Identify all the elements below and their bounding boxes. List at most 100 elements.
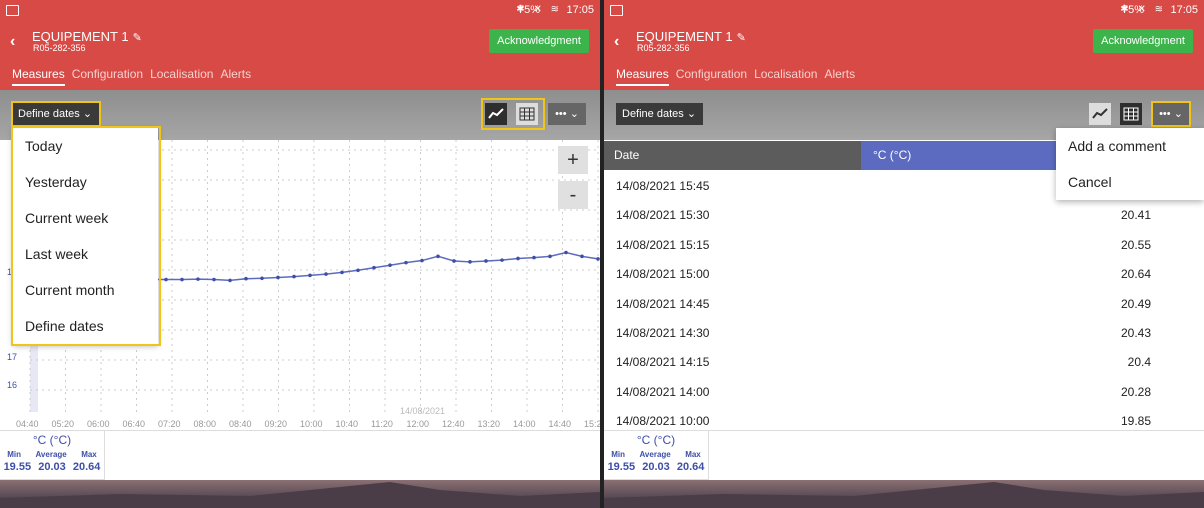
data-point[interactable] (180, 277, 184, 282)
x-tick-label: 12:00 (407, 419, 430, 429)
tab-localisation[interactable]: Localisation (754, 67, 817, 84)
data-point[interactable] (388, 263, 392, 267)
data-point[interactable] (292, 274, 296, 279)
row-value: 20.4 (1127, 355, 1151, 370)
data-point[interactable] (372, 265, 376, 270)
table-view-button[interactable] (1120, 103, 1142, 125)
highlight-date-menu (11, 126, 161, 346)
data-point[interactable] (404, 260, 408, 265)
data-point[interactable] (308, 273, 312, 278)
stats-box: °C (°C) Min Average Max 19.55 20.03 20.64 (0, 431, 105, 480)
data-point[interactable] (212, 277, 216, 282)
table-row[interactable]: 14/08/2021 14:15 20.4 (604, 347, 1204, 376)
more-options-button[interactable]: ••• ⌄ (548, 103, 586, 125)
edit-pencil-icon[interactable]: ✎ (737, 32, 746, 44)
table-row[interactable]: 14/08/2021 15:30 20.41 (604, 200, 1204, 229)
image-icon (610, 5, 623, 16)
tab-localisation[interactable]: Localisation (150, 67, 213, 84)
chart-view-button[interactable] (1089, 103, 1111, 125)
data-point[interactable] (340, 270, 344, 275)
highlight-view-toggle (481, 98, 545, 130)
x-tick-label: 08:40 (229, 419, 252, 429)
battery-level: 75% (517, 4, 540, 16)
row-date: 14/08/2021 14:15 (616, 355, 710, 370)
stats-panel: °C (°C) Min Average Max 19.55 20.03 20.64 (604, 430, 1204, 481)
data-point[interactable] (356, 268, 360, 273)
x-tick-label: 14:40 (549, 419, 572, 429)
tab-measures[interactable]: Measures (616, 67, 669, 86)
data-point[interactable] (532, 255, 536, 260)
x-tick-label: 14:00 (513, 419, 536, 429)
tab-configuration[interactable]: Configuration (676, 67, 747, 84)
data-point[interactable] (516, 256, 520, 261)
x-tick-label: 11:20 (371, 419, 393, 429)
acknowledgment-button[interactable]: Acknowledgment (1093, 29, 1193, 53)
row-date: 14/08/2021 15:15 (616, 237, 710, 252)
data-point[interactable] (484, 259, 488, 263)
data-point[interactable] (324, 272, 328, 276)
menu-item-cancel[interactable]: Cancel (1056, 164, 1204, 200)
acknowledgment-button[interactable]: Acknowledgment (489, 29, 589, 53)
tab-measures[interactable]: Measures (12, 67, 65, 86)
back-arrow-icon[interactable]: ‹ (614, 33, 619, 51)
data-point[interactable] (228, 278, 232, 283)
data-point[interactable] (452, 259, 456, 263)
table-row[interactable]: 14/08/2021 14:00 20.28 (604, 377, 1204, 406)
table-row[interactable]: 14/08/2021 14:30 20.43 (604, 318, 1204, 347)
row-value: 20.41 (1120, 208, 1151, 223)
data-point[interactable] (164, 277, 168, 282)
data-point[interactable] (260, 276, 264, 281)
table-row[interactable]: 14/08/2021 14:45 20.49 (604, 289, 1204, 318)
stats-panel: °C (°C) Min Average Max 19.55 20.03 20.64 (0, 430, 600, 481)
row-date: 14/08/2021 15:00 (616, 267, 710, 282)
x-tick-label: 04:40 (16, 419, 39, 429)
column-header-date[interactable]: Date (604, 141, 861, 170)
zoom-out-button[interactable]: - (558, 181, 588, 209)
data-point[interactable] (420, 258, 424, 263)
max-label: Max (81, 450, 97, 459)
data-point[interactable] (564, 250, 568, 255)
x-tick-label: 08:00 (194, 419, 217, 429)
row-date: 14/08/2021 10:00 (616, 414, 710, 429)
average-label: Average (639, 450, 671, 459)
data-point[interactable] (436, 254, 440, 259)
max-value: 20.64 (72, 461, 101, 473)
define-dates-button[interactable]: Define dates ⌄ (616, 103, 703, 125)
chevron-down-icon: ⌄ (686, 108, 697, 120)
equipment-id: R05-282-356 (637, 43, 690, 53)
zoom-in-button[interactable]: + (558, 146, 588, 174)
left-screen: ✱ ✕ ≋ 75% 17:05 ‹ EQUIPEMENT 1 ✎ R05-282-… (0, 0, 600, 508)
tab-bar: Measures Configuration Localisation Alerts (12, 67, 258, 86)
row-date: 14/08/2021 14:45 (616, 296, 710, 311)
data-point[interactable] (244, 276, 248, 281)
max-value: 20.64 (676, 461, 705, 473)
data-point[interactable] (580, 254, 584, 259)
highlight-more-options (1151, 101, 1191, 127)
x-tick-label: 06:00 (87, 419, 110, 429)
data-point[interactable] (468, 260, 472, 264)
x-tick-label: 05:20 (52, 419, 75, 429)
row-value: 20.55 (1120, 237, 1151, 252)
equipment-id: R05-282-356 (33, 43, 86, 53)
menu-item-add-comment[interactable]: Add a comment (1056, 128, 1204, 164)
tab-configuration[interactable]: Configuration (72, 67, 143, 84)
table-row[interactable]: 14/08/2021 15:15 20.55 (604, 230, 1204, 259)
stats-box: °C (°C) Min Average Max 19.55 20.03 20.64 (604, 431, 709, 480)
data-point[interactable] (276, 275, 280, 280)
tab-alerts[interactable]: Alerts (824, 67, 855, 84)
data-point[interactable] (500, 258, 504, 262)
y-tick-label: 17 (7, 352, 17, 362)
app-bar: ✱ ✕ ≋ 75% 17:05 ‹ EQUIPEMENT 1 ✎ R05-282-… (604, 0, 1204, 90)
data-point[interactable] (196, 277, 200, 281)
clock: 17:05 (1170, 4, 1198, 16)
tab-alerts[interactable]: Alerts (220, 67, 251, 84)
x-tick-label: 09:20 (265, 419, 288, 429)
row-date: 14/08/2021 15:30 (616, 208, 710, 223)
data-point[interactable] (548, 254, 552, 259)
x-tick-label: 10:40 (336, 419, 359, 429)
table-grid-icon (1123, 107, 1139, 121)
edit-pencil-icon[interactable]: ✎ (133, 32, 142, 44)
table-row[interactable]: 14/08/2021 15:00 20.64 (604, 259, 1204, 288)
back-arrow-icon[interactable]: ‹ (10, 33, 15, 51)
row-value: 20.43 (1120, 326, 1151, 340)
